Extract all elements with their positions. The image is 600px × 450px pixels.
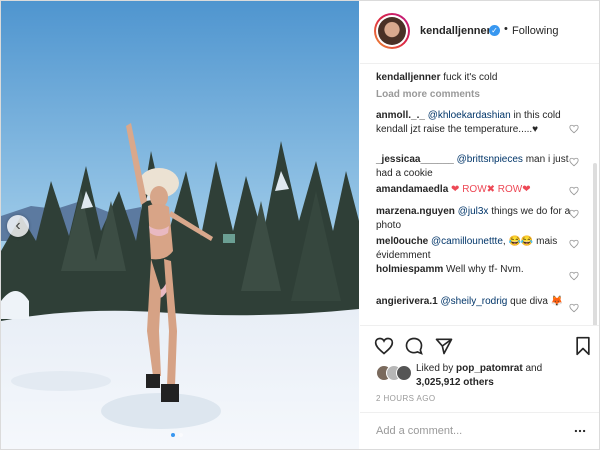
comment-mention[interactable]: @jul3x (458, 206, 489, 217)
post-image (1, 1, 359, 449)
comment-icon[interactable] (404, 336, 424, 356)
comment-item: angierivera.1 @sheily_rodrig que diva 🦊 (376, 295, 576, 309)
comment-item: anmoll._._ @khloekardashian in this cold… (376, 109, 576, 137)
author-username[interactable]: kendalljenner (420, 25, 491, 37)
heart-icon[interactable] (569, 303, 579, 313)
liked-by-prefix: Liked by (416, 363, 454, 374)
post-sidebar: kendalljenner ✓ • Following kendalljenne… (360, 1, 599, 449)
liked-avatar (396, 365, 412, 381)
author-avatar[interactable] (374, 13, 410, 49)
comment-author[interactable]: anmoll._._ (376, 110, 425, 121)
comment-author[interactable]: amandamaedla (376, 184, 448, 195)
add-comment-input[interactable]: Add a comment... (376, 425, 462, 437)
comment-author[interactable]: marzena.nguyen (376, 206, 455, 217)
liked-by-user[interactable]: pop_patomrat (456, 363, 523, 374)
carousel-dots (171, 433, 183, 437)
comment-item: mel0ouche @camillounettte, 😂😂 mais évide… (376, 235, 576, 263)
comment-text: Well why tf- Nvm. (446, 264, 524, 275)
post-photo[interactable]: ‹ (1, 1, 359, 449)
add-comment-area: Add a comment... (360, 412, 599, 449)
like-heart-icon[interactable] (374, 336, 394, 356)
comment-author[interactable]: holmiespamm (376, 264, 443, 275)
caption-text: fuck it's cold (443, 72, 498, 83)
header-separator: • (504, 23, 508, 35)
comments-list: kendalljenner fuck it's cold Load more c… (360, 63, 599, 325)
comment-item: holmiespamm Well why tf- Nvm. (376, 263, 576, 277)
comment-mention[interactable]: @sheily_rodrig (441, 296, 508, 307)
comments-scrollbar[interactable] (593, 163, 597, 325)
comment-author[interactable]: _jessicaa______ (376, 154, 454, 165)
heart-icon[interactable] (569, 239, 579, 249)
comment-text: que diva 🦊 (507, 296, 564, 307)
comment-mention[interactable]: @camillounettte (431, 236, 503, 247)
following-button[interactable]: Following (512, 25, 558, 37)
heart-icon[interactable] (569, 157, 579, 167)
heart-icon[interactable] (569, 186, 579, 196)
chevron-left-icon[interactable]: ‹ (7, 215, 29, 237)
comment-mention[interactable]: @brittsnpieces (457, 154, 523, 165)
liked-by-joiner: and (525, 363, 543, 374)
share-icon[interactable] (434, 336, 454, 356)
comment-author[interactable]: mel0ouche (376, 236, 428, 247)
more-icon[interactable] (573, 424, 587, 438)
comment-author[interactable]: angierivera.1 (376, 296, 438, 307)
carousel-dot-active (171, 433, 175, 437)
heart-icon[interactable] (569, 271, 579, 281)
post-header: kendalljenner ✓ • Following (360, 1, 599, 64)
liked-by: Liked by pop_patomrat and 3,025,912 othe… (416, 362, 586, 390)
comment-mention[interactable]: @khloekardashian (428, 110, 511, 121)
verified-icon: ✓ (489, 25, 500, 36)
bookmark-icon[interactable] (574, 336, 592, 356)
likes-count[interactable]: 3,025,912 others (416, 377, 494, 388)
post-modal: ‹ kendalljenner ✓ • Following kendalljen… (0, 0, 600, 450)
comment-item: marzena.nguyen @jul3x things we do for a… (376, 205, 576, 233)
carousel-dot (179, 433, 183, 437)
heart-icon[interactable] (569, 124, 579, 134)
load-more-comments-button[interactable]: Load more comments (376, 89, 480, 100)
caption: kendalljenner fuck it's cold (376, 71, 576, 85)
comment-text: ❤ ROW✖ ROW❤ (451, 184, 531, 195)
comment-item: amandamaedla ❤ ROW✖ ROW❤ (376, 183, 576, 197)
caption-author[interactable]: kendalljenner (376, 72, 440, 83)
comment-item: _jessicaa______ @brittsnpieces man i jus… (376, 153, 576, 181)
post-timestamp[interactable]: 2 HOURS AGO (376, 394, 436, 403)
heart-icon[interactable] (569, 209, 579, 219)
post-actions: Liked by pop_patomrat and 3,025,912 othe… (360, 325, 599, 449)
